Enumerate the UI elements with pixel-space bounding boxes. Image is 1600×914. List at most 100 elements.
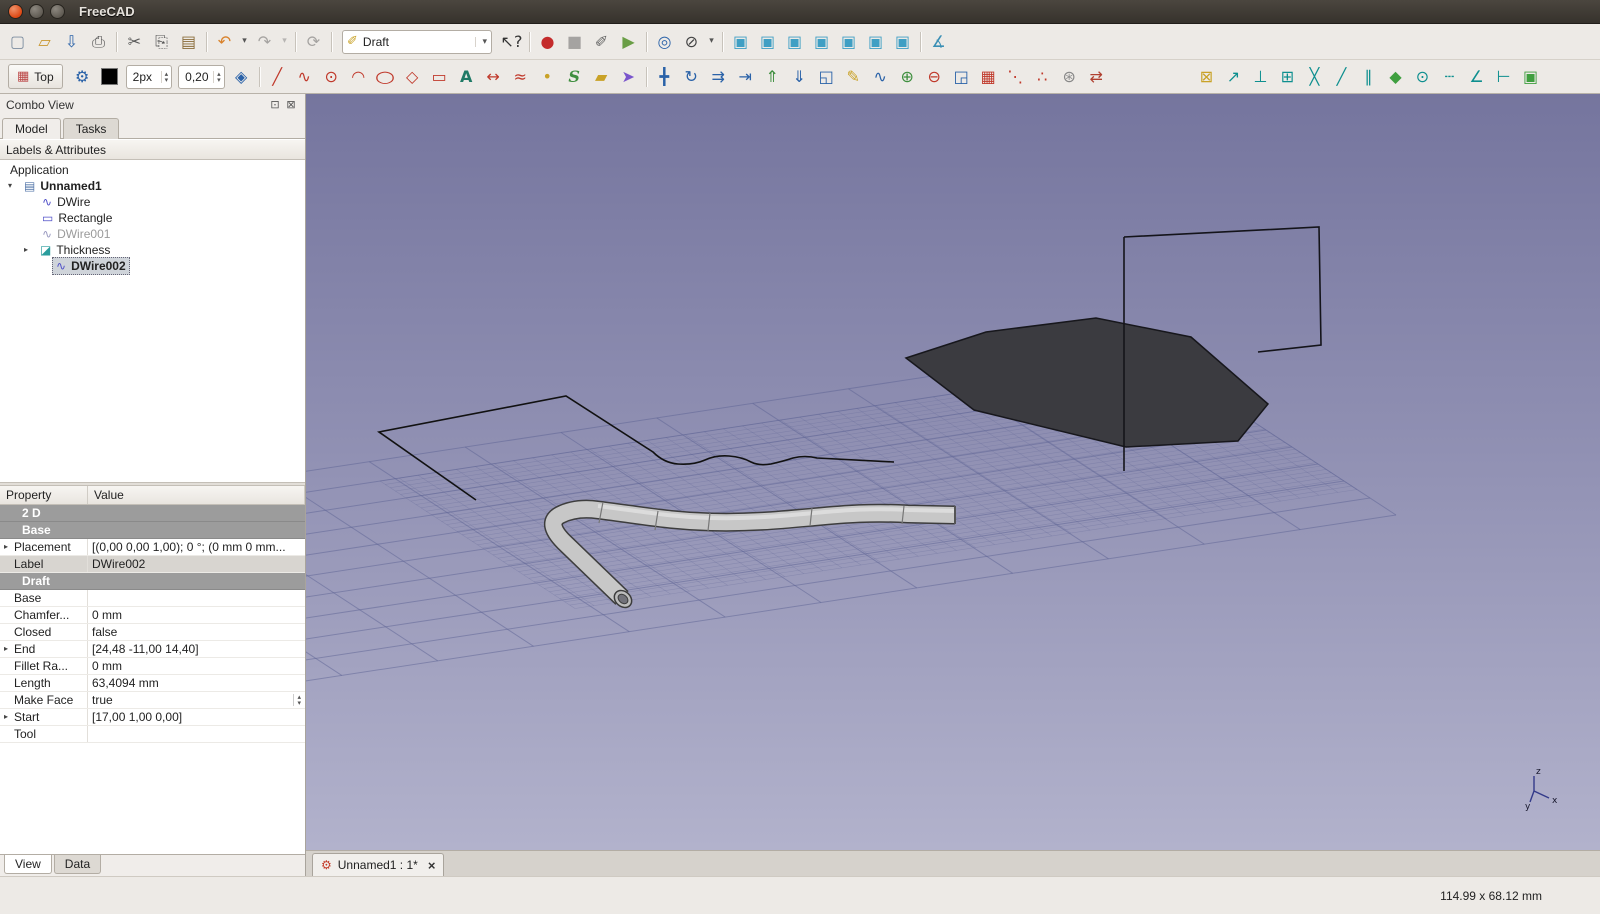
- property-name: Label: [14, 556, 43, 572]
- tree-item-icon: ∿: [42, 194, 52, 210]
- property-row: Base ▴▾: [0, 522, 305, 539]
- property-expander[interactable]: ▸: [4, 641, 14, 657]
- property-row[interactable]: ▸ Placement [(0,00 0,00 1,00); 0 °; (0 m…: [0, 539, 305, 556]
- property-row[interactable]: Chamfer... 0 mm ▴▾: [0, 607, 305, 624]
- tree-item-label: Application: [10, 162, 69, 178]
- spinner-arrows[interactable]: ▴▾: [213, 71, 224, 83]
- working-plane-button[interactable]: ▦ Top: [8, 64, 63, 89]
- draft-toolbar: ▦ Top ⚙ 2px ▴▾ 0,20 ▴▾ ◈ ╱∿⊙◠○◇▭A↔≈•S▰➤╋…: [0, 60, 1600, 94]
- tree-item: Application: [0, 162, 305, 178]
- property-grid-header: Property Value: [0, 486, 305, 505]
- tree-item[interactable]: ▾ ▤ Unnamed1: [0, 178, 305, 194]
- text-scale-spinner[interactable]: 0,20 ▴▾: [178, 65, 225, 89]
- status-bar: 114.99 x 68.12 mm: [0, 876, 1600, 914]
- tree-item[interactable]: ▸ ◪ Thickness: [0, 242, 305, 258]
- line-width-value: 2px: [133, 70, 157, 84]
- viewport-column: z x y ⚙ Unnamed1 : 1* ×: [306, 94, 1600, 876]
- property-value: [24,48 -11,00 14,40]: [92, 641, 301, 657]
- property-name: Draft: [22, 573, 50, 589]
- property-row[interactable]: Tool ▴▾: [0, 726, 305, 743]
- property-name: Length: [14, 675, 51, 691]
- tab-view[interactable]: View: [4, 855, 52, 874]
- close-document-icon[interactable]: ×: [428, 858, 436, 873]
- tree-item[interactable]: ∿ DWire002: [0, 258, 305, 274]
- window-title: FreeCAD: [79, 4, 135, 19]
- property-row[interactable]: Make Face true ▴▾: [0, 692, 305, 709]
- tree-item-icon: ▤: [24, 178, 35, 194]
- property-name: Chamfer...: [14, 607, 69, 623]
- combo-view-panel: Combo View ⊡ ⊠ Model Tasks Labels & Attr…: [0, 94, 306, 876]
- tree-item-label: Rectangle: [58, 210, 112, 226]
- property-row[interactable]: Fillet Ra... 0 mm ▴▾: [0, 658, 305, 675]
- document-tab[interactable]: ⚙ Unnamed1 : 1* ×: [312, 853, 444, 876]
- property-row[interactable]: Length 63,4094 mm ▴▾: [0, 675, 305, 692]
- maximize-button[interactable]: [50, 4, 65, 19]
- axis-cross-indicator: z x y: [1525, 767, 1558, 812]
- tab-tasks[interactable]: Tasks: [63, 118, 120, 139]
- spin-down-icon[interactable]: ▾: [165, 77, 169, 83]
- workbench-selected-value: Draft: [363, 35, 472, 49]
- property-row[interactable]: Label DWire002 ▴▾: [0, 556, 305, 573]
- axis-z-label: z: [1536, 767, 1541, 777]
- property-value: true: [92, 692, 293, 708]
- property-name: Make Face: [14, 692, 73, 708]
- property-value: 0 mm: [92, 658, 301, 674]
- tab-model[interactable]: Model: [2, 118, 61, 139]
- dark-face-object[interactable]: [906, 318, 1268, 447]
- property-value: [17,00 1,00 0,00]: [92, 709, 301, 725]
- property-value: 63,4094 mm: [92, 675, 301, 691]
- 3d-viewport-canvas[interactable]: z x y: [306, 94, 1600, 850]
- tree-column-header: Labels & Attributes: [0, 139, 305, 160]
- property-name: Closed: [14, 624, 51, 640]
- tree-item-content: ∿ DWire002: [52, 257, 130, 275]
- property-expander[interactable]: ▸: [4, 709, 14, 725]
- tab-data[interactable]: Data: [54, 855, 101, 874]
- snap-toolbar: ⊠↗⊥⊞╳╱∥◆⊙┄∠⊢▣: [1193, 63, 1544, 90]
- line-width-spinner[interactable]: 2px ▴▾: [126, 65, 173, 89]
- property-row[interactable]: ▸ End [24,48 -11,00 14,40] ▴▾: [0, 641, 305, 658]
- value-column-header: Value: [88, 486, 305, 504]
- minimize-button[interactable]: [29, 4, 44, 19]
- property-name: Tool: [14, 726, 36, 742]
- property-name: Start: [14, 709, 39, 725]
- property-name: 2 D: [22, 505, 41, 521]
- property-expander[interactable]: ▸: [4, 539, 14, 555]
- property-name: Base: [14, 590, 41, 606]
- value-spinner[interactable]: ▴▾: [293, 694, 301, 706]
- combo-view-title: Combo View: [6, 98, 267, 112]
- workbench-selector[interactable]: ✐ Draft ▾: [342, 30, 492, 54]
- property-column-header: Property: [0, 486, 88, 504]
- float-panel-button[interactable]: ⊡: [267, 97, 283, 112]
- panel-bottom-tabs: View Data: [0, 854, 305, 876]
- property-row: Draft ▴▾: [0, 573, 305, 590]
- property-name: Base: [22, 522, 51, 538]
- spinner-arrows[interactable]: ▴▾: [161, 71, 172, 83]
- tree-expander[interactable]: ▸: [24, 242, 36, 258]
- main-area: Combo View ⊡ ⊠ Model Tasks Labels & Attr…: [0, 94, 1600, 876]
- draft-workbench-icon: ✐: [347, 34, 358, 49]
- property-row[interactable]: Closed false ▴▾: [0, 624, 305, 641]
- property-value: DWire002: [92, 556, 301, 572]
- tree-item[interactable]: ∿ DWire: [0, 194, 305, 210]
- tree-item[interactable]: ∿ DWire001: [0, 226, 305, 242]
- property-row[interactable]: ▸ Start [17,00 1,00 0,00] ▴▾: [0, 709, 305, 726]
- axis-y-label: y: [1525, 802, 1531, 812]
- close-button[interactable]: [8, 4, 23, 19]
- freecad-window: FreeCAD ▢▱⇩⎙✂⎘▤↶▾↷▾⟳ ✐ Draft ▾ ↖?●■✐▶◎⊘▾…: [0, 0, 1600, 914]
- property-name: End: [14, 641, 35, 657]
- 3d-viewport[interactable]: z x y: [306, 94, 1600, 850]
- file-toolbar: ▢▱⇩⎙✂⎘▤↶▾↷▾⟳ ✐ Draft ▾ ↖?●■✐▶◎⊘▾▣▣▣▣▣▣▣∡: [0, 24, 1600, 60]
- tree-expander[interactable]: ▾: [8, 178, 20, 194]
- close-panel-button[interactable]: ⊠: [283, 97, 299, 112]
- model-tree: Application ▾ ▤ Unnamed1 ∿ DWire: [0, 160, 305, 482]
- tree-item-icon: ◪: [40, 242, 51, 258]
- title-bar: FreeCAD: [0, 0, 1600, 24]
- tree-item-icon: ▭: [42, 210, 53, 226]
- tree-item[interactable]: ▭ Rectangle: [0, 210, 305, 226]
- property-value: false: [92, 624, 301, 640]
- tree-item-label: DWire: [57, 194, 90, 210]
- spin-down-icon[interactable]: ▾: [217, 77, 221, 83]
- property-row[interactable]: Base ▴▾: [0, 590, 305, 607]
- property-value: [(0,00 0,00 1,00); 0 °; (0 mm 0 mm...: [92, 539, 301, 555]
- tree-item-label: Unnamed1: [40, 178, 101, 194]
